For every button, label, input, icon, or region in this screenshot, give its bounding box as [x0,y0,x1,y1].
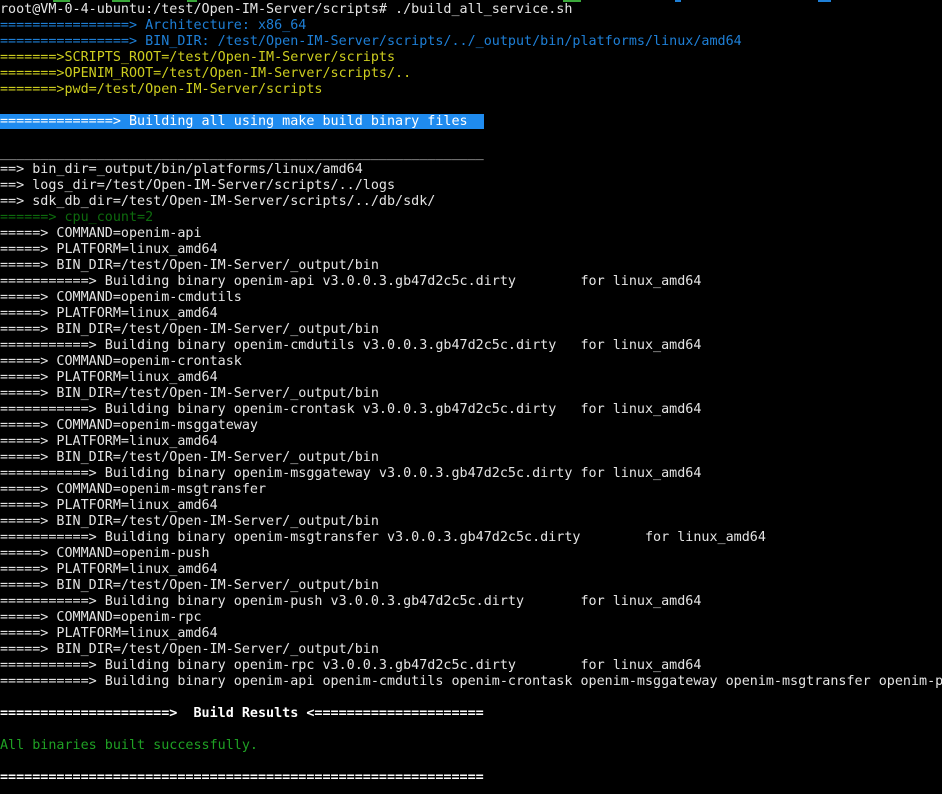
terminal-line: ==> bin_dir=_output/bin/platforms/linux/… [0,162,942,178]
terminal-line: =====> BIN_DIR=/test/Open-IM-Server/_out… [0,578,942,594]
terminal-line: =======>SCRIPTS_ROOT=/test/Open-IM-Serve… [0,50,942,66]
terminal-line: =======>pwd=/test/Open-IM-Server/scripts [0,82,942,98]
terminal-line: =====> COMMAND=openim-crontask [0,354,942,370]
terminal-line: =====> PLATFORM=linux_amd64 [0,434,942,450]
terminal-line: =====> COMMAND=openim-msggateway [0,418,942,434]
terminal-line: =====> PLATFORM=linux_amd64 [0,562,942,578]
terminal-line: ===========> Building binary openim-api … [0,274,942,290]
terminal-line [0,690,942,706]
terminal-line: =====> COMMAND=openim-rpc [0,610,942,626]
terminal-line: root@VM-0-4-ubuntu:/test/Open-IM-Server/… [0,2,942,18]
terminal-line: ================> Architecture: x86_64 [0,18,942,34]
terminal-line: =====> BIN_DIR=/test/Open-IM-Server/_out… [0,514,942,530]
terminal-line: ________________________________________… [0,146,942,162]
terminal-line: =====> COMMAND=openim-api [0,226,942,242]
terminal-line: =====> BIN_DIR=/test/Open-IM-Server/_out… [0,642,942,658]
terminal-line: ======> cpu_count=2 [0,210,942,226]
terminal-line [0,722,942,738]
terminal-line: =====> BIN_DIR=/test/Open-IM-Server/_out… [0,258,942,274]
terminal-line: ===========> Building binary openim-cron… [0,402,942,418]
terminal-line: =====================> Build Results <==… [0,706,942,722]
terminal-line: =====> BIN_DIR=/test/Open-IM-Server/_out… [0,322,942,338]
terminal-line: ===========> Building binary openim-msgt… [0,530,942,546]
terminal-line: ==> logs_dir=/test/Open-IM-Server/script… [0,178,942,194]
terminal-line: ========================================… [0,770,942,786]
terminal-line: =====> COMMAND=openim-msgtransfer [0,482,942,498]
terminal-line [0,98,942,114]
terminal-line: =====> COMMAND=openim-push [0,546,942,562]
terminal-line: =====> PLATFORM=linux_amd64 [0,306,942,322]
terminal-line: ==============> Building all using make … [0,114,942,130]
terminal-line: =====> PLATFORM=linux_amd64 [0,626,942,642]
terminal-output: root@VM-0-4-ubuntu:/test/Open-IM-Server/… [0,2,942,786]
terminal-line: All binaries built successfully. [0,738,942,754]
terminal-line: ==> sdk_db_dir=/test/Open-IM-Server/scri… [0,194,942,210]
terminal-line: ===========> Building binary openim-msgg… [0,466,942,482]
terminal-line: ===========> Building binary openim-cmdu… [0,338,942,354]
terminal-line: ================> BIN_DIR: /test/Open-IM… [0,34,942,50]
terminal-line: ===========> Building binary openim-api … [0,674,942,690]
terminal-window[interactable]: root@VM-0-4-ubuntu:/test/Open-IM-Server/… [0,0,942,794]
terminal-line: =====> PLATFORM=linux_amd64 [0,498,942,514]
terminal-line: =====> BIN_DIR=/test/Open-IM-Server/_out… [0,386,942,402]
terminal-line: =====> PLATFORM=linux_amd64 [0,242,942,258]
terminal-line: =====> PLATFORM=linux_amd64 [0,370,942,386]
terminal-line [0,754,942,770]
terminal-line: =====> BIN_DIR=/test/Open-IM-Server/_out… [0,450,942,466]
terminal-line: ===========> Building binary openim-push… [0,594,942,610]
terminal-line: =======>OPENIM_ROOT=/test/Open-IM-Server… [0,66,942,82]
terminal-line [0,130,942,146]
terminal-line: =====> COMMAND=openim-cmdutils [0,290,942,306]
terminal-line: ===========> Building binary openim-rpc … [0,658,942,674]
